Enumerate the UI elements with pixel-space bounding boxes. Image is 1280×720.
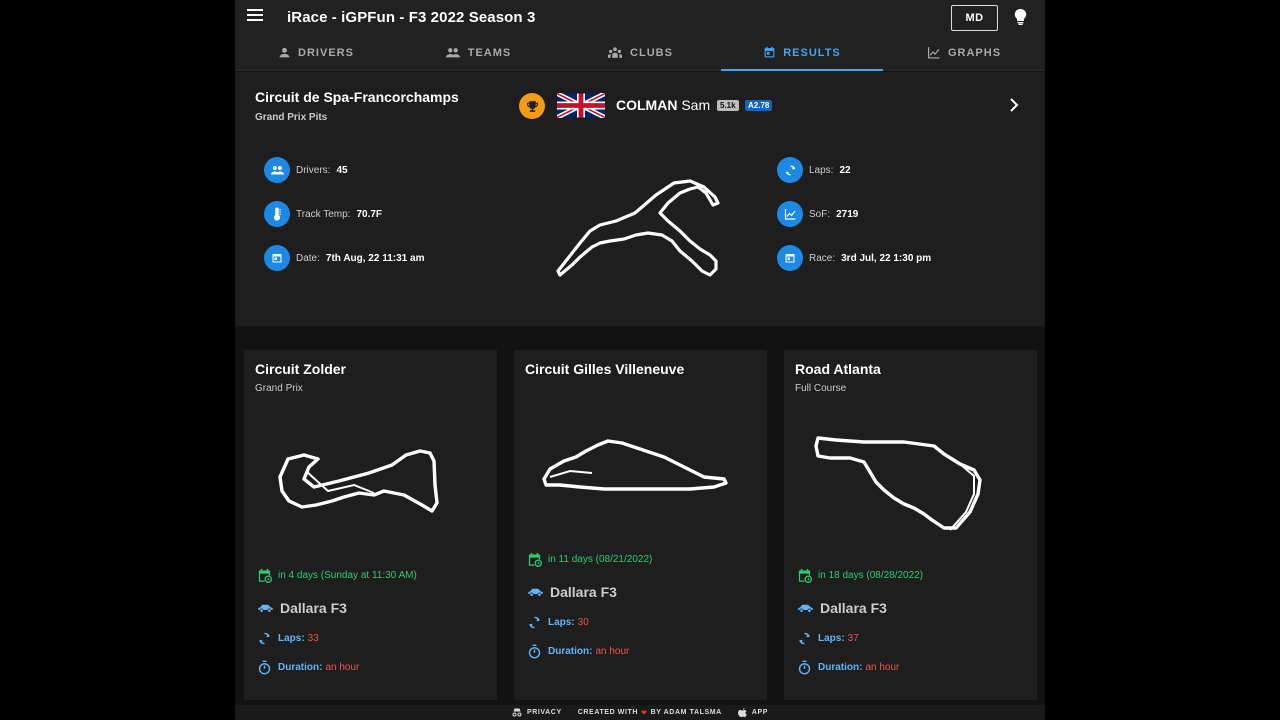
tab-label: CLUBS [630, 46, 673, 59]
duration-row: Duration: an hour [797, 660, 899, 675]
laps-icon [259, 632, 270, 645]
car-icon [798, 604, 813, 613]
track-name: Road Atlanta [795, 361, 881, 377]
privacy-link[interactable]: PRIVACY [512, 708, 562, 717]
duration-row: Duration: an hour [257, 660, 359, 675]
car-icon [258, 604, 273, 613]
chart-icon [927, 47, 940, 59]
race-date: in 11 days (08/21/2022) [527, 552, 652, 567]
menu-icon[interactable] [247, 9, 263, 25]
license-badge: A2.78 [745, 100, 773, 111]
laps-row: Laps: 30 [527, 615, 589, 630]
credits[interactable]: CREATED WITH ❤ BY ADAM TALSMA [578, 709, 722, 717]
tab-label: GRAPHS [947, 46, 1002, 59]
tab-graphs[interactable]: GRAPHS [883, 35, 1045, 70]
stat-laps: Laps: 22 [777, 157, 851, 183]
group-icon [608, 47, 623, 58]
car-row: Dallara F3 [257, 600, 347, 616]
stat-track-temp: Track Temp: 70.7F [264, 201, 382, 227]
laps-row: Laps: 37 [797, 631, 859, 646]
stat-race: Race: 3rd Jul, 22 1:30 pm [777, 245, 931, 271]
thermometer-icon [264, 201, 290, 227]
laps-icon [799, 632, 810, 645]
timer-icon [528, 644, 541, 659]
timer-icon [258, 660, 271, 675]
uk-flag-icon [557, 93, 605, 118]
tab-label: RESULTS [783, 46, 841, 59]
car-icon [528, 588, 543, 597]
footer: PRIVACY CREATED WITH ❤ BY ADAM TALSMA AP… [235, 705, 1045, 720]
safety-rating-badge: 5.1k [717, 100, 739, 111]
timer-icon [798, 660, 811, 675]
tab-label: TEAMS [467, 46, 512, 59]
upcoming-race-card[interactable]: Circuit Gilles Villeneuve in 11 days (08… [514, 350, 767, 700]
tab-results[interactable]: RESULTS [721, 35, 883, 71]
person-icon [279, 47, 290, 58]
user-initials-button[interactable]: MD [951, 5, 998, 31]
heart-icon: ❤ [641, 709, 648, 717]
track-config: Full Course [795, 383, 847, 394]
tab-teams[interactable]: TEAMS [397, 35, 559, 70]
car-row: Dallara F3 [527, 584, 617, 600]
top-app-bar: iRace - iGPFun - F3 2022 Season 3 MD [235, 0, 1045, 35]
winner-name[interactable]: COLMAN Sam [616, 97, 710, 113]
track-config: Grand Prix Pits [255, 112, 328, 123]
duration-row: Duration: an hour [527, 644, 629, 659]
tab-drivers[interactable]: DRIVERS [235, 35, 397, 70]
track-name: Circuit Gilles Villeneuve [525, 361, 685, 377]
stat-drivers: Drivers: 45 [264, 157, 348, 183]
people-icon [264, 157, 290, 183]
track-map-road-atlanta [814, 436, 982, 531]
car-row: Dallara F3 [797, 600, 887, 616]
calendar-clock-icon [798, 568, 812, 583]
tab-label: DRIVERS [298, 46, 354, 59]
app-title: iRace - iGPFun - F3 2022 Season 3 [287, 9, 536, 26]
calendar-clock-icon [528, 552, 542, 567]
apple-icon [737, 707, 747, 717]
track-map-zolder [278, 449, 439, 513]
track-config: Grand Prix [255, 383, 303, 394]
chevron-right-icon[interactable] [1009, 98, 1019, 112]
track-map-spa [556, 179, 720, 277]
laps-icon [777, 157, 803, 183]
laps-icon [529, 616, 540, 629]
app-window: iRace - iGPFun - F3 2022 Season 3 MD DRI… [235, 0, 1045, 720]
race-date: in 4 days (Sunday at 11:30 AM) [257, 568, 417, 583]
people-icon [445, 48, 460, 58]
tab-clubs[interactable]: CLUBS [559, 35, 721, 70]
app-link[interactable]: APP [737, 707, 768, 718]
calendar-clock-icon [258, 568, 272, 583]
nav-tabs: DRIVERS TEAMS CLUBS RESULTS GRAPHS [235, 35, 1045, 71]
track-name: Circuit Zolder [255, 361, 347, 377]
stat-sof: SoF: 2719 [777, 201, 858, 227]
track-map-villeneuve [542, 439, 728, 491]
upcoming-race-card[interactable]: Road Atlanta Full Course in 18 days (08/… [784, 350, 1037, 700]
stat-date: Date: 7th Aug, 22 11:31 am [264, 245, 424, 271]
calendar-icon [777, 245, 803, 271]
calendar-icon [764, 46, 775, 58]
trophy-icon [519, 93, 545, 119]
laps-row: Laps: 33 [257, 631, 319, 646]
lightbulb-icon[interactable] [1014, 9, 1027, 25]
track-name: Circuit de Spa-Francorchamps [255, 89, 459, 105]
incognito-icon [512, 708, 522, 717]
chart-icon [777, 201, 803, 227]
latest-result-card[interactable]: Circuit de Spa-Francorchamps Grand Prix … [235, 72, 1045, 326]
upcoming-race-card[interactable]: Circuit Zolder Grand Prix in 4 days (Sun… [244, 350, 497, 700]
race-date: in 18 days (08/28/2022) [797, 568, 923, 583]
calendar-icon [264, 245, 290, 271]
